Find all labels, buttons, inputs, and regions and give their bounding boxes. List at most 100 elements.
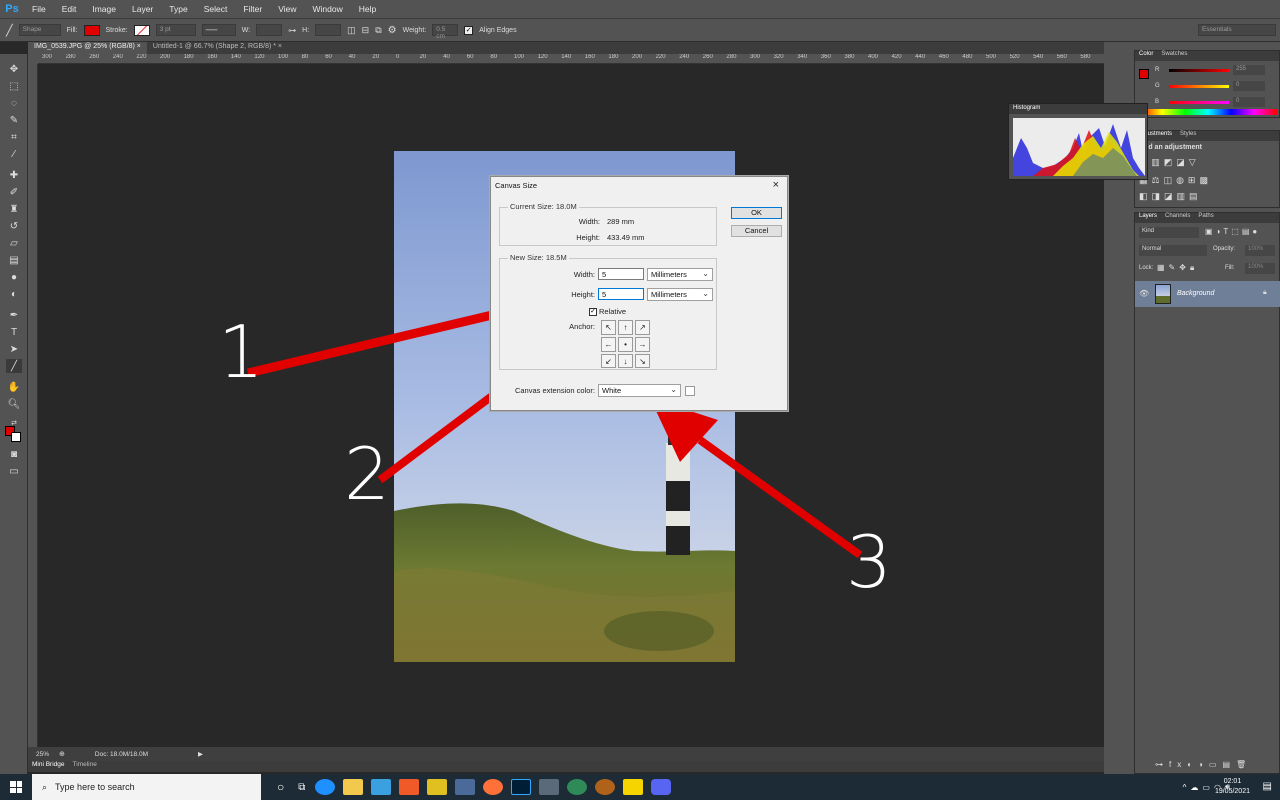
lock-label: Lock:	[1139, 265, 1154, 271]
tab-styles[interactable]: Styles	[1180, 131, 1196, 141]
width-input[interactable]: 5	[598, 268, 644, 280]
notification-icon[interactable]: ▤	[1263, 781, 1272, 792]
height-input[interactable]: 5	[598, 288, 644, 300]
photoshop-taskbar-icon[interactable]	[511, 779, 532, 795]
color-panel-tabs: Color Swatches	[1135, 51, 1279, 61]
xbox-icon[interactable]	[567, 779, 588, 795]
close-icon[interactable]: ×	[773, 179, 779, 191]
anchor-top-left[interactable]: ↖	[601, 320, 616, 335]
g-label: G	[1155, 83, 1160, 89]
annotation-number-2: 2	[344, 432, 390, 516]
doc-size: Doc: 18.0M/18.0M	[94, 750, 148, 758]
taskbar-search[interactable]: ⌕ Type here to search	[32, 774, 261, 800]
width-unit-select[interactable]: Millimeters ⌄	[647, 268, 713, 281]
bottom-panel-tabs: Mini Bridge Timeline	[28, 761, 1104, 772]
arrow-1-shaft	[246, 301, 532, 378]
discord-icon[interactable]	[651, 779, 672, 795]
cancel-button[interactable]: Cancel	[731, 225, 782, 237]
anchor-label: Anchor:	[569, 322, 595, 331]
tab-paths[interactable]: Paths	[1198, 213, 1213, 223]
anchor-bottom-left[interactable]: ↙	[601, 354, 616, 368]
adjustment-icons-row-3[interactable]: ◧◨◪▥▤	[1139, 191, 1202, 202]
task-view-icon[interactable]: ⧉	[298, 782, 305, 793]
gamecenter-icon[interactable]	[427, 779, 448, 795]
tab-channels[interactable]: Channels	[1165, 213, 1190, 223]
tab-swatches[interactable]: Swatches	[1161, 51, 1187, 61]
histogram-panel: Histogram	[1008, 103, 1148, 180]
file-explorer-icon[interactable]	[343, 779, 364, 795]
cloud-icon[interactable]: ☁	[1190, 783, 1198, 792]
height-unit-text: Millimeters	[651, 290, 687, 299]
r-value[interactable]: 255	[1233, 65, 1265, 75]
status-menu-icon[interactable]: ⊕	[59, 750, 65, 758]
anchor-left[interactable]: ←	[601, 337, 616, 352]
g-slider[interactable]	[1169, 85, 1229, 88]
blend-mode-select[interactable]: Normal	[1139, 245, 1207, 256]
extension-color-text: White	[602, 386, 622, 395]
anchor-top-right[interactable]: ↗	[635, 320, 650, 335]
tab-layers[interactable]: Layers	[1139, 213, 1157, 223]
relative-checkbox[interactable]: ✓	[589, 308, 597, 316]
lock-icons[interactable]: ▦✎✥🔒︎	[1157, 263, 1198, 273]
eye-icon[interactable]: 👁︎	[1139, 289, 1149, 298]
cortana-icon[interactable]: ○	[277, 780, 284, 794]
color-fg-swatch[interactable]	[1139, 69, 1149, 79]
height-unit-select[interactable]: Millimeters ⌄	[647, 288, 713, 301]
clock-time: 02:01	[1223, 778, 1242, 785]
b-value[interactable]: 0	[1233, 97, 1265, 107]
r-label: R	[1155, 67, 1160, 73]
current-height-value: 433.49 mm	[607, 233, 645, 242]
adjustment-icons-row-1[interactable]: ☼▥◩◪▽	[1139, 157, 1200, 168]
adjustment-icons-row-2[interactable]: ▦⚖◫◍⊞▩	[1139, 175, 1212, 186]
anchor-bottom-right[interactable]: ↘	[635, 354, 650, 368]
firefox-icon[interactable]	[483, 779, 504, 795]
mail-icon[interactable]	[371, 779, 392, 795]
layer-filter-icons[interactable]: ▣◑T⬚▤●	[1205, 227, 1260, 236]
edge-icon[interactable]	[315, 779, 336, 795]
tab-color[interactable]: Color	[1139, 51, 1153, 61]
anchor-top[interactable]: ↑	[618, 320, 633, 335]
current-height-label: Height:	[576, 233, 600, 242]
app-icon[interactable]	[595, 779, 616, 795]
fill-label: Fill:	[1225, 265, 1235, 271]
width-unit-text: Millimeters	[651, 270, 687, 279]
brave-icon[interactable]	[399, 779, 420, 795]
lock-icon: 🔒︎	[1263, 289, 1267, 296]
extension-color-swatch[interactable]	[685, 386, 695, 396]
status-arrow-icon[interactable]: ▶	[198, 750, 203, 758]
g-value[interactable]: 0	[1233, 81, 1265, 91]
histogram-title: Histogram	[1009, 104, 1147, 114]
extension-color-select[interactable]: White ⌄	[598, 384, 681, 397]
chevron-up-icon[interactable]: ^	[1183, 783, 1187, 792]
new-size-legend: New Size: 18.5M	[508, 253, 569, 262]
r-slider[interactable]	[1169, 69, 1229, 72]
anchor-right[interactable]: →	[635, 337, 650, 352]
taskbar-clock[interactable]: 02:01 19/05/2021	[1215, 777, 1250, 797]
fill-value[interactable]: 100%	[1245, 263, 1275, 274]
tab-timeline[interactable]: Timeline	[73, 761, 97, 772]
layer-row-background[interactable]: 👁︎ Background 🔒︎	[1135, 281, 1280, 307]
battery-icon[interactable]: ▭	[1202, 783, 1210, 792]
layer-filter-kind[interactable]: Kind	[1139, 227, 1199, 238]
windows-start-icon[interactable]	[10, 781, 22, 793]
layers-panel: Layers Channels Paths Kind ▣◑T⬚▤● Normal…	[1134, 212, 1280, 774]
anchor-center[interactable]: •	[618, 337, 633, 352]
layer-name[interactable]: Background	[1177, 290, 1214, 297]
zoom-level[interactable]: 25%	[36, 751, 49, 758]
search-icon: ⌕	[42, 781, 48, 792]
chevron-down-icon: ⌄	[702, 269, 709, 278]
b-slider[interactable]	[1169, 101, 1229, 104]
tab-mini-bridge[interactable]: Mini Bridge	[32, 761, 65, 772]
relative-label: Relative	[599, 307, 627, 316]
ok-button[interactable]: OK	[731, 207, 782, 219]
new-size-group: New Size: 18.5M Width: 5 Millimeters ⌄ He…	[499, 253, 717, 370]
width-label: Width:	[573, 270, 595, 279]
sticky-notes-icon[interactable]	[623, 779, 644, 795]
opacity-value[interactable]: 100%	[1245, 245, 1275, 256]
color-spectrum[interactable]	[1139, 109, 1277, 115]
layer-bottom-icons[interactable]: ⊶fx◐◑▭▤🗑︎	[1155, 760, 1252, 769]
chevron-down-icon: ⌄	[670, 385, 677, 394]
network-app-icon[interactable]	[539, 779, 560, 795]
anchor-bottom[interactable]: ↓	[618, 354, 633, 368]
calculator-icon[interactable]	[455, 779, 476, 795]
